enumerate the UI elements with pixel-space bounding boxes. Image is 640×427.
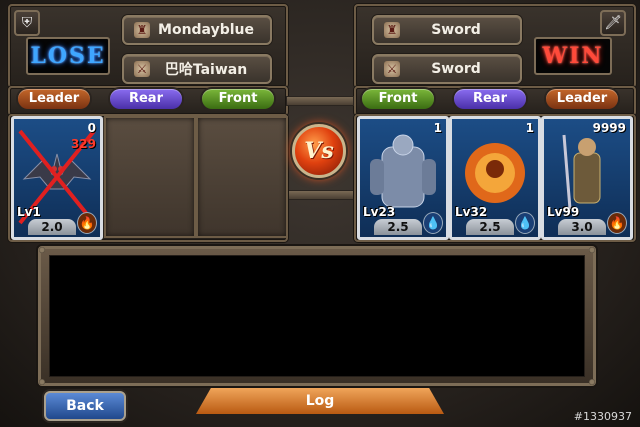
- card-count: 1: [525, 121, 534, 135]
- left-result-label: LOSE: [26, 37, 110, 75]
- shield-icon: ⛨: [14, 10, 40, 36]
- left-rear-slot-empty: [104, 116, 196, 238]
- left-front-tag: Front: [202, 89, 274, 109]
- rivet: [589, 247, 595, 253]
- fire-element-icon: 🔥: [77, 212, 97, 234]
- card-cost: 2.5: [466, 219, 514, 235]
- battle-log-panel: [38, 246, 596, 386]
- right-front-tag: Front: [362, 89, 434, 109]
- frame-connector: [286, 96, 354, 106]
- right-leader-card[interactable]: 9999 Lv99 3.0 🔥: [541, 116, 633, 240]
- right-player-name: ♜ Sword: [372, 15, 522, 45]
- card-count: 1: [433, 121, 442, 135]
- player-emblem-icon: ♜: [384, 22, 400, 38]
- card-cost: 2.5: [374, 219, 422, 235]
- vs-badge: Vs: [292, 124, 346, 178]
- left-player-name: ♜ Mondayblue: [122, 15, 272, 45]
- card-cost: 3.0: [558, 219, 606, 235]
- card-count: 0: [87, 121, 96, 135]
- water-element-icon: 💧: [515, 212, 535, 234]
- sword-icon: 🗡: [600, 10, 626, 36]
- right-front-card[interactable]: 1 Lv23 2.5 💧: [357, 116, 449, 240]
- battle-log-content[interactable]: [49, 255, 585, 377]
- frame-connector: [286, 190, 354, 200]
- rivet: [39, 379, 45, 385]
- right-rear-card[interactable]: 1 Lv32 2.5 💧: [449, 116, 541, 240]
- log-button[interactable]: Log: [196, 388, 444, 414]
- right-leader-tag: Leader: [546, 89, 618, 109]
- right-result-label: WIN: [534, 37, 612, 75]
- rivet: [39, 247, 45, 253]
- right-rear-tag: Rear: [454, 89, 526, 109]
- card-level: Lv99: [547, 205, 580, 219]
- card-level: Lv23: [363, 205, 396, 219]
- left-leader-tag: Leader: [18, 89, 90, 109]
- guild-emblem-icon: ⚔: [384, 61, 400, 77]
- left-rear-tag: Rear: [110, 89, 182, 109]
- water-element-icon: 💧: [423, 212, 443, 234]
- card-level: Lv32: [455, 205, 488, 219]
- card-count: 9999: [592, 121, 626, 135]
- left-front-slot-empty: [196, 116, 288, 238]
- right-guild-name: ⚔ Sword: [372, 54, 522, 84]
- back-button[interactable]: Back: [44, 391, 126, 421]
- player-emblem-icon: ♜: [134, 22, 150, 38]
- card-cost: 2.0: [28, 219, 76, 235]
- left-guild-name: ⚔ 巴哈Taiwan: [122, 54, 272, 84]
- guild-emblem-icon: ⚔: [134, 61, 150, 77]
- card-level: Lv1: [17, 205, 41, 219]
- damage-value: 329: [70, 137, 96, 151]
- image-watermark: #1330937: [573, 410, 632, 423]
- fire-element-icon: 🔥: [607, 212, 627, 234]
- left-leader-card[interactable]: 0 329 Lv1 2.0 🔥: [11, 116, 103, 240]
- rivet: [589, 379, 595, 385]
